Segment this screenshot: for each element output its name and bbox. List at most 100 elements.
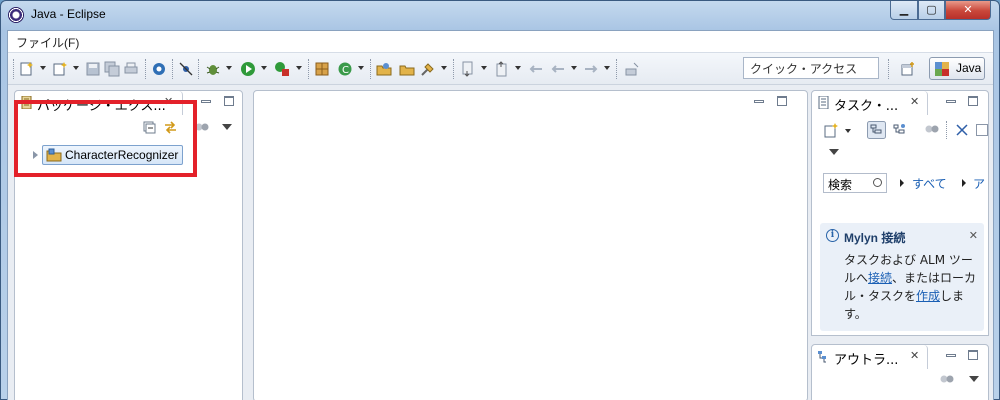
focus-active-icon[interactable]: [925, 123, 939, 135]
minimize-window-button[interactable]: ▁: [890, 1, 918, 20]
run-icon[interactable]: [240, 61, 256, 77]
minimize-editor-icon[interactable]: [754, 100, 764, 103]
save-all-icon[interactable]: [104, 61, 120, 77]
quick-access-input[interactable]: クイック・アクセス: [743, 57, 879, 79]
search-icon[interactable]: [420, 61, 436, 77]
save-icon[interactable]: [85, 61, 101, 77]
search-dropdown-icon[interactable]: [441, 66, 447, 70]
open-task-icon[interactable]: [399, 61, 415, 77]
info-icon: i: [826, 229, 839, 242]
menu-file[interactable]: ファイル(F): [16, 34, 79, 51]
close-window-button[interactable]: ✕: [945, 1, 991, 20]
sync-icon[interactable]: [976, 124, 988, 136]
build-gear-icon[interactable]: [151, 61, 167, 77]
print-icon[interactable]: [123, 61, 139, 77]
next-annotation-icon[interactable]: [460, 61, 476, 77]
minimize-view-icon[interactable]: [946, 354, 956, 357]
mylyn-text: ルへ: [844, 271, 869, 285]
run-dropdown-icon[interactable]: [261, 66, 267, 70]
open-perspective-icon[interactable]: [901, 62, 915, 76]
new-task-dropdown-icon[interactable]: [845, 129, 851, 133]
minimize-view-icon[interactable]: [201, 100, 211, 103]
view-menu-icon[interactable]: [829, 149, 839, 155]
tab-task-list[interactable]: タスク・... ✕: [812, 91, 928, 115]
main-toolbar: C クイック・アクセス Java: [8, 53, 993, 85]
external-tools-dropdown-icon[interactable]: [296, 66, 302, 70]
mylyn-text: 、またはローカ: [892, 271, 977, 285]
filter-active-link[interactable]: ア: [973, 175, 985, 192]
maximize-editor-icon[interactable]: [777, 96, 787, 106]
previous-annotation-icon[interactable]: [494, 61, 510, 77]
task-list-icon: [818, 96, 829, 109]
maximize-window-button[interactable]: ▢: [918, 1, 945, 20]
minimize-view-icon[interactable]: [946, 100, 956, 103]
eclipse-icon: [8, 7, 24, 23]
outline-icon: [818, 351, 826, 363]
mylyn-text: タスクおよび ALM ツー: [844, 253, 973, 267]
search-label: 検索: [828, 178, 853, 192]
maximize-view-icon[interactable]: [968, 350, 978, 360]
toolbar-separator: [946, 121, 947, 139]
java-perspective-label: Java: [956, 61, 982, 75]
collapse-icon[interactable]: [955, 123, 969, 137]
external-tools-icon[interactable]: [274, 61, 290, 77]
task-search-input[interactable]: 検索: [823, 173, 887, 193]
previous-annotation-dropdown-icon[interactable]: [515, 66, 521, 70]
tab-outline[interactable]: アウトラ... ✕: [812, 345, 928, 369]
close-icon[interactable]: ✕: [910, 95, 919, 108]
toolbar-separator: [172, 59, 173, 79]
new-class-icon[interactable]: C: [337, 61, 353, 77]
outline-view: アウトラ... ✕: [811, 344, 989, 400]
focus-active-icon[interactable]: [940, 373, 954, 385]
back-dropdown-icon[interactable]: [571, 66, 577, 70]
toolbar-separator: [145, 59, 146, 79]
editor-area[interactable]: [253, 90, 808, 400]
eclipse-window: Java - Eclipse ▁ ▢ ✕ ファイル(F) C クイック・アクセス…: [0, 0, 1000, 400]
scheduled-icon[interactable]: [892, 122, 907, 137]
new-java-package-icon[interactable]: [314, 61, 330, 77]
categorized-icon[interactable]: [867, 121, 886, 139]
maximize-view-icon[interactable]: [968, 96, 978, 106]
focus-on-active-task-icon[interactable]: [195, 121, 209, 133]
outline-tab-label: アウトラ...: [834, 353, 899, 368]
window-title: Java - Eclipse: [31, 7, 106, 21]
java-perspective-icon: [935, 62, 949, 76]
debug-icon[interactable]: [205, 61, 221, 77]
close-icon[interactable]: ✕: [969, 229, 978, 242]
next-annotation-dropdown-icon[interactable]: [481, 66, 487, 70]
create-link[interactable]: 作成: [916, 289, 940, 303]
skip-breakpoints-icon[interactable]: [178, 61, 194, 77]
view-menu-icon[interactable]: [969, 376, 979, 382]
mylyn-text: す。: [844, 307, 867, 321]
new-class-dropdown-icon[interactable]: [358, 66, 364, 70]
mylyn-title: Mylyn 接続: [844, 231, 906, 245]
mylyn-text: しま: [940, 289, 965, 303]
new-task-icon[interactable]: [824, 123, 839, 138]
debug-dropdown-icon[interactable]: [226, 66, 232, 70]
svg-text:C: C: [342, 65, 349, 76]
title-bar[interactable]: Java - Eclipse ▁ ▢ ✕: [1, 1, 999, 31]
new-java-class-icon[interactable]: [52, 61, 68, 77]
filter-all-link[interactable]: すべて: [912, 175, 947, 192]
task-list-tabbar: タスク・... ✕: [812, 91, 988, 115]
forward-icon[interactable]: [583, 61, 599, 77]
mylyn-message: タスクおよび ALM ツー ルへ接続、またはローカ ル・タスクを作成しま す。: [844, 251, 978, 323]
toolbar-separator: [888, 59, 889, 79]
maximize-view-icon[interactable]: [224, 96, 234, 106]
filter-arrow-icon: [962, 179, 966, 187]
back-icon[interactable]: [550, 61, 566, 77]
java-perspective-button[interactable]: Java: [929, 57, 985, 80]
workbench: ファイル(F) C クイック・アクセス Java パッケージ・エクス... ✕ …: [7, 30, 994, 400]
new-class-dropdown-icon[interactable]: [73, 66, 79, 70]
toolbar-separator: [616, 59, 617, 79]
open-type-icon[interactable]: [376, 61, 392, 77]
task-list-view: タスク・... ✕ 検索 すべて ア i Mylyn 接続 ✕ タスクおよび A…: [811, 90, 989, 336]
view-menu-icon[interactable]: [222, 124, 232, 130]
new-dropdown-icon[interactable]: [40, 66, 46, 70]
forward-dropdown-icon[interactable]: [604, 66, 610, 70]
connect-link[interactable]: 接続: [868, 271, 892, 285]
pin-editor-icon[interactable]: [624, 61, 640, 77]
last-edit-location-icon[interactable]: [528, 61, 544, 77]
close-icon[interactable]: ✕: [910, 349, 919, 362]
new-icon[interactable]: [19, 61, 35, 77]
